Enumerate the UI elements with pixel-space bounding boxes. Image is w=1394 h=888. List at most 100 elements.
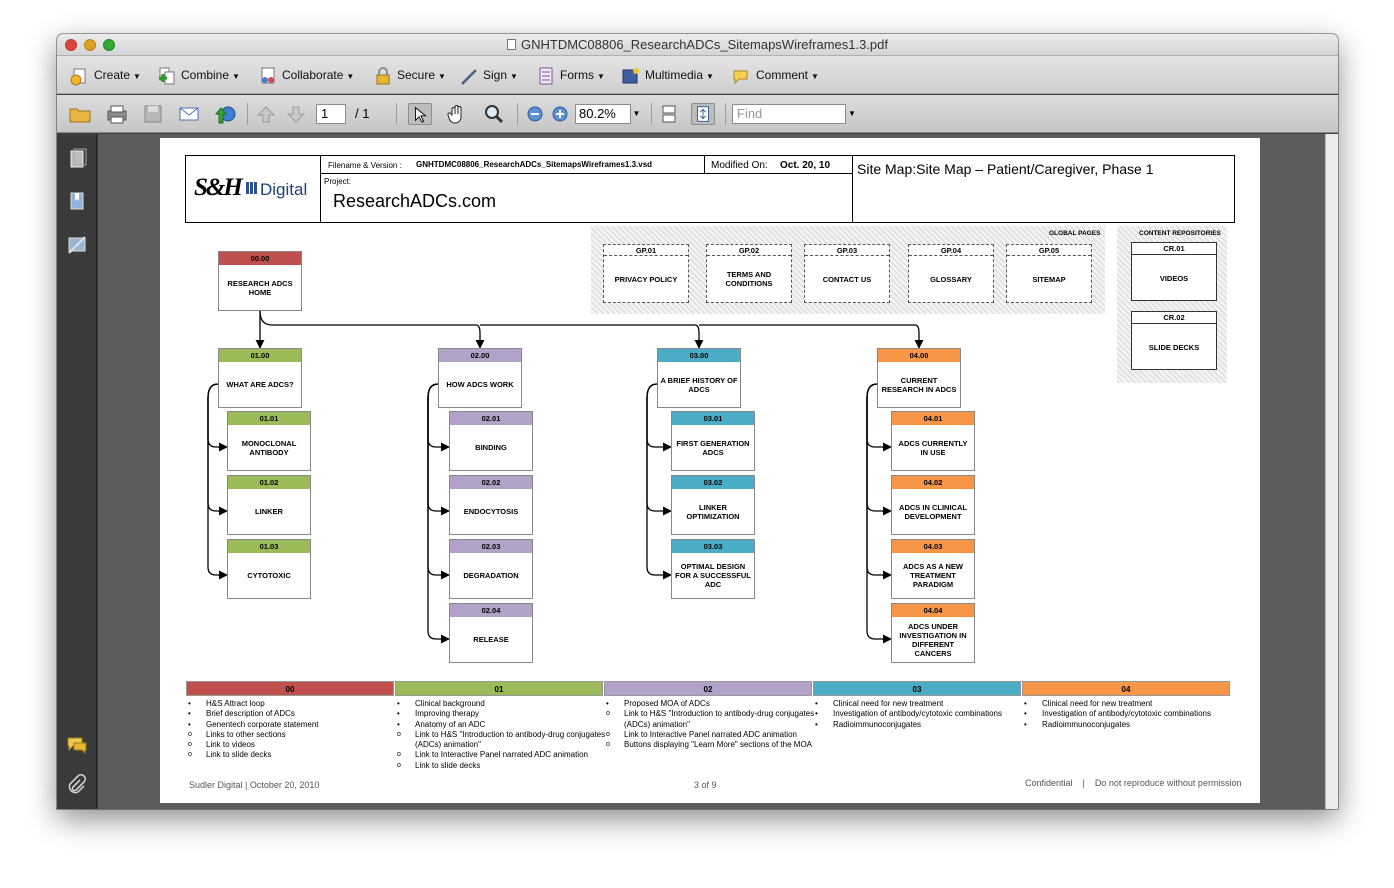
subpage-box-02-02-label: ENDOCYTOSIS xyxy=(463,507,519,516)
subpage-box-03-02[interactable]: 03.02 LINKER OPTIMIZATION xyxy=(671,475,755,535)
zoom-out-icon[interactable] xyxy=(523,103,547,125)
comment-icon xyxy=(733,70,748,85)
comments-panel-icon[interactable] xyxy=(66,734,88,756)
legend-item: (ADCs) animation" xyxy=(415,740,481,750)
subpage-box-03-01[interactable]: 03.01 FIRST GENERATION ADCS xyxy=(671,411,755,471)
subpage-box-02-03-label: DEGRADATION xyxy=(463,571,519,580)
subpage-box-02-04-id: 02.04 xyxy=(450,604,532,617)
section-box-02-00-id: 02.00 xyxy=(439,349,521,362)
sitemap-diagram: GLOBAL PAGES CONTENT REPOSITORIES GP.01 PRI… xyxy=(160,138,1260,803)
subpage-box-03-02-id: 03.02 xyxy=(672,476,754,489)
legend-item: Link to slide decks xyxy=(186,750,319,761)
upload-globe-icon[interactable] xyxy=(213,103,237,125)
previous-page-icon[interactable] xyxy=(254,103,278,125)
find-input[interactable]: Find xyxy=(732,104,846,124)
scrolling-mode-icon[interactable] xyxy=(657,103,681,125)
zoom-level-input[interactable]: 80.2% xyxy=(575,104,631,124)
combine-button[interactable]: Combine ▼ xyxy=(157,64,240,86)
legend-item: Link to Interactive Panel narrated ADC a… xyxy=(604,730,814,741)
zoom-dropdown-chevron[interactable]: ▼ xyxy=(631,104,642,124)
multimedia-button[interactable]: Multimedia ▼ xyxy=(621,64,714,86)
connector-home-to-03 xyxy=(480,324,704,349)
subpage-box-03-03[interactable]: 03.03 OPTIMAL DESIGN FOR A SUCCESSFUL ADC xyxy=(671,539,755,599)
home-page-box[interactable]: 00.00 RESEARCH ADCS HOME xyxy=(218,251,302,311)
hand-tool-icon[interactable] xyxy=(445,103,469,125)
next-page-icon[interactable] xyxy=(284,103,308,125)
legend-header-00: 00 xyxy=(186,681,394,696)
subpage-box-02-01[interactable]: 02.01 BINDING xyxy=(449,411,533,471)
subpage-box-03-03-label: OPTIMAL DESIGN FOR A SUCCESSFUL ADC xyxy=(675,562,751,589)
secure-button[interactable]: Secure ▼ xyxy=(373,64,446,86)
legend-item: Proposed MOA of ADCs xyxy=(604,699,814,710)
section-box-01-00[interactable]: 01.00 WHAT ARE ADCS? xyxy=(218,348,302,408)
subpage-box-02-04[interactable]: 02.04 RELEASE xyxy=(449,603,533,663)
minimize-window-button[interactable] xyxy=(84,39,96,51)
subpage-box-01-03[interactable]: 01.03 CYTOTOXIC xyxy=(227,539,311,599)
print-icon[interactable] xyxy=(105,103,129,125)
subpage-box-02-02[interactable]: 02.02 ENDOCYTOSIS xyxy=(449,475,533,535)
vertical-scrollbar[interactable] xyxy=(1325,134,1338,809)
fit-page-icon[interactable] xyxy=(691,103,715,125)
connector-03.00-to-03.03 xyxy=(646,383,672,580)
subpage-box-04-04[interactable]: 04.04 ADCS UNDER INVESTIGATION IN DIFFERE… xyxy=(891,603,975,663)
legend-header-01: 01 xyxy=(395,681,603,696)
section-box-04-00-label: CURRENT RESEARCH IN ADCS xyxy=(881,375,957,394)
legend-list-04: Clinical need for new treatmentInvestiga… xyxy=(1022,699,1211,730)
legend-header-02: 02 xyxy=(604,681,812,696)
document-viewer[interactable]: S&H Digital Filename & Version : GNHTDMC… xyxy=(98,134,1325,809)
legend-item: Buttons displaying "Learn More" sections… xyxy=(604,740,814,751)
section-box-03-00[interactable]: 03.00 A BRIEF HISTORY OF ADCS xyxy=(657,348,741,408)
connector-04.00-to-04.03 xyxy=(866,383,892,580)
subpage-box-02-03[interactable]: 02.03 DEGRADATION xyxy=(449,539,533,599)
task-toolbar: Create ▼ Combine ▼ Collaborate ▼ Secure ▼ Si… xyxy=(57,56,1338,94)
section-box-02-00-label: HOW ADCS WORK xyxy=(446,380,514,389)
toolbar-separator xyxy=(651,103,652,125)
select-tool-icon[interactable] xyxy=(408,103,432,125)
subpage-box-01-01-id: 01.01 xyxy=(228,412,310,425)
bookmarks-panel-icon[interactable] xyxy=(66,190,88,212)
section-box-04-00[interactable]: 04.00 CURRENT RESEARCH IN ADCS xyxy=(877,348,961,408)
close-window-button[interactable] xyxy=(65,39,77,51)
subpage-box-02-01-id: 02.01 xyxy=(450,412,532,425)
subpage-box-03-01-id: 03.01 xyxy=(672,412,754,425)
open-folder-icon[interactable] xyxy=(68,103,92,125)
save-icon[interactable] xyxy=(141,103,165,125)
pen-icon xyxy=(461,69,477,85)
legend-item: Brief description of ADCs xyxy=(186,709,319,720)
subpage-box-03-02-label: LINKER OPTIMIZATION xyxy=(686,502,740,521)
find-dropdown-chevron[interactable]: ▼ xyxy=(846,104,856,124)
collaborate-button[interactable]: Collaborate ▼ xyxy=(258,64,354,86)
subpage-box-01-01[interactable]: 01.01 MONOCLONAL ANTIBODY xyxy=(227,411,311,471)
legend-item: Investigation of antibody/cytotoxic comb… xyxy=(1022,709,1211,720)
subpage-box-04-01-label: ADCS CURRENTLY IN USE xyxy=(898,438,968,457)
section-box-02-00[interactable]: 02.00 HOW ADCS WORK xyxy=(438,348,522,408)
multimedia-icon xyxy=(622,67,639,84)
legend-item: Link to Interactive Panel narrated ADC a… xyxy=(395,750,605,761)
create-button[interactable]: Create ▼ xyxy=(70,64,141,86)
comment-button[interactable]: Comment ▼ xyxy=(732,64,819,86)
page-number-input[interactable]: 1 xyxy=(316,104,346,124)
subpage-box-04-03[interactable]: 04.03 ADCS AS A NEW TREATMENT PARADIGM xyxy=(891,539,975,599)
zoom-window-button[interactable] xyxy=(103,39,115,51)
subpage-box-01-03-label: CYTOTOXIC xyxy=(247,571,291,580)
signatures-panel-icon[interactable] xyxy=(66,234,88,256)
document-icon xyxy=(506,39,516,50)
marquee-zoom-icon[interactable] xyxy=(482,103,506,125)
section-box-01-00-label: WHAT ARE ADCS? xyxy=(226,380,294,389)
legend-list-00: H&S Attract loopBrief description of ADC… xyxy=(186,699,319,761)
subpage-box-02-02-id: 02.02 xyxy=(450,476,532,489)
attachments-panel-icon[interactable] xyxy=(66,774,88,796)
subpage-box-04-02[interactable]: 04.02 ADCS IN CLINICAL DEVELOPMENT xyxy=(891,475,975,535)
forms-icon xyxy=(539,67,553,85)
pages-panel-icon[interactable] xyxy=(66,148,88,170)
sign-button[interactable]: Sign ▼ xyxy=(459,64,518,86)
forms-button[interactable]: Forms ▼ xyxy=(536,64,605,86)
subpage-box-04-01[interactable]: 04.01 ADCS CURRENTLY IN USE xyxy=(891,411,975,471)
subpage-box-04-01-id: 04.01 xyxy=(892,412,974,425)
connector-01.00-to-01.03 xyxy=(207,383,228,580)
subpage-box-01-02[interactable]: 01.02 LINKER xyxy=(227,475,311,535)
connector-home-to-04 xyxy=(699,324,924,349)
zoom-in-icon[interactable] xyxy=(548,103,572,125)
email-icon[interactable] xyxy=(177,103,201,125)
section-box-03-00-label: A BRIEF HISTORY OF ADCS xyxy=(660,375,738,394)
